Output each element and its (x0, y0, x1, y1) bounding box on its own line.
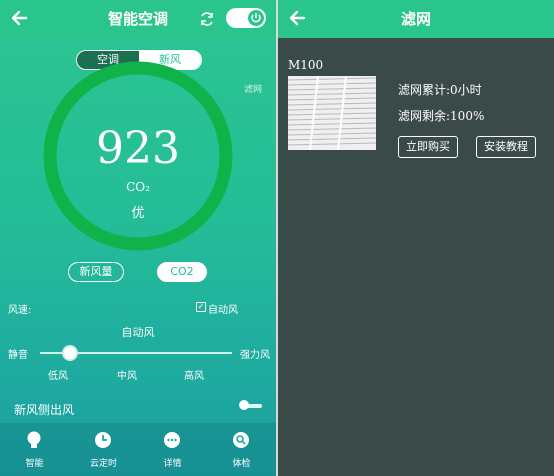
filter-usage-text: 滤网累计:0小时 (398, 83, 482, 97)
power-toggle[interactable] (226, 8, 266, 28)
filter-model: M100 (288, 58, 324, 72)
nav-cloud-timer[interactable]: 云定时 (69, 428, 138, 472)
filter-remaining-text: 滤网剩余:100% (398, 109, 485, 123)
nav-label-checkup: 体检 (232, 459, 251, 469)
fan-speed-label: 风速: (8, 305, 32, 316)
page-title: 滤网 (400, 10, 431, 28)
slider-min-label: 静音 (8, 350, 28, 361)
buy-now-button[interactable]: 立即购买 (398, 136, 458, 158)
more-dots-icon (162, 430, 182, 450)
side-outlet-toggle-knob[interactable] (239, 400, 249, 410)
filter-link[interactable]: 滤网 (244, 82, 262, 95)
filter-image (288, 76, 376, 150)
air-quality-label: 优 (131, 206, 145, 221)
co2-value: 923 (96, 123, 180, 174)
fan-speed-slider-thumb[interactable] (62, 345, 78, 361)
lightbulb-icon (24, 430, 44, 450)
side-outlet-label: 新风侧出风 (14, 403, 75, 417)
tick-low: 低风 (48, 371, 68, 382)
nav-label-details: 详情 (163, 459, 182, 469)
co2-unit: CO₂ (126, 180, 150, 194)
slider-max-label: 强力风 (240, 350, 270, 361)
tick-high: 高风 (184, 371, 204, 382)
nav-details[interactable]: 详情 (138, 428, 207, 472)
nav-label-cloud-timer: 云定时 (89, 459, 117, 469)
sync-icon[interactable] (198, 10, 216, 28)
auto-fan-label: 自动风 (208, 305, 238, 316)
auto-fan-checkbox[interactable]: ✓ (196, 302, 206, 312)
tick-medium: 中风 (117, 371, 137, 382)
power-icon (248, 10, 264, 26)
co2-button[interactable]: CO2 (157, 262, 207, 282)
fresh-air-volume-button[interactable]: 新风量 (68, 262, 124, 282)
filter-screen: 滤网 M100 滤网累计:0小时 滤网剩余:100% 立即购买 安装教程 (278, 0, 554, 476)
air-conditioner-screen: 智能空调 空调 新风 滤网 923 CO₂ 优 新风量 CO2 风速: ✓ 自动… (0, 0, 276, 476)
checkup-icon (231, 430, 251, 450)
clock-icon (93, 430, 113, 450)
current-fan-mode: 自动风 (121, 326, 155, 339)
install-tutorial-button[interactable]: 安装教程 (476, 136, 536, 158)
nav-checkup[interactable]: 体检 (207, 428, 276, 472)
nav-smart[interactable]: 智能 (0, 428, 69, 472)
nav-label-smart: 智能 (25, 459, 44, 469)
